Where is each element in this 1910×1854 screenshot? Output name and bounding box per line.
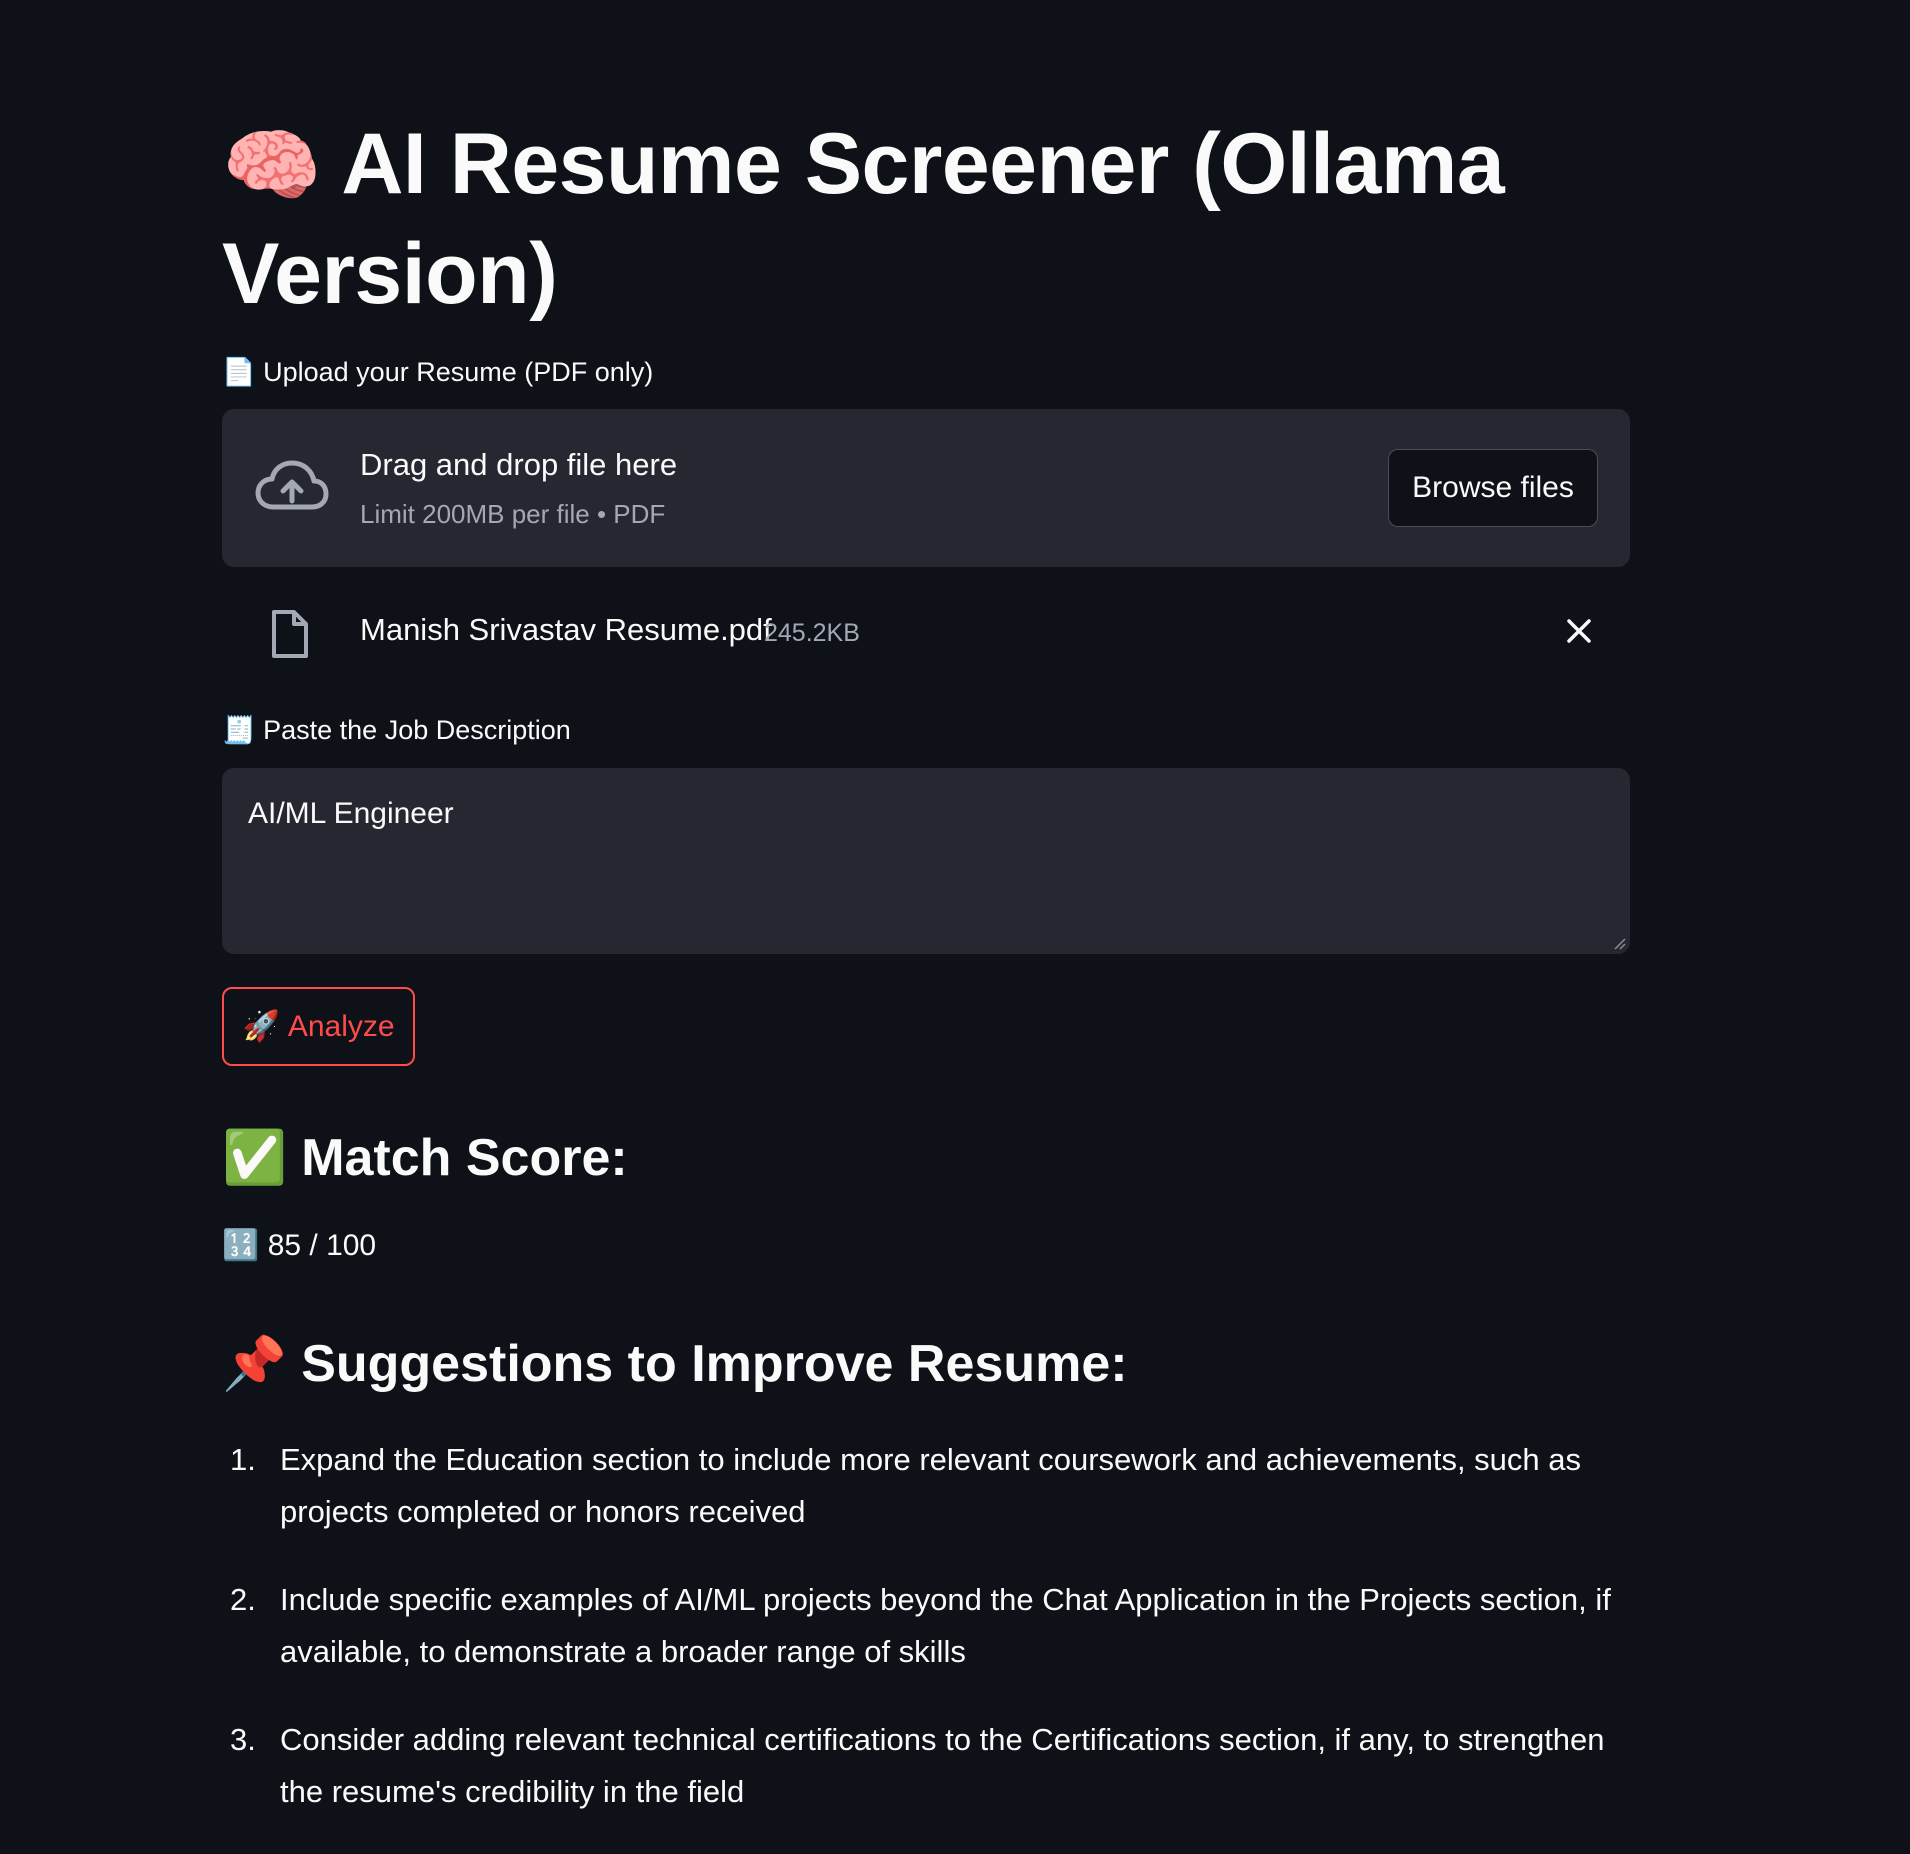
upload-label: 📄 Upload your Resume (PDF only) — [222, 357, 654, 387]
job-description-textarea[interactable]: AI/ML Engineer — [222, 768, 1630, 954]
list-item-number: 3. — [230, 1722, 256, 1757]
resize-handle-icon[interactable] — [1612, 936, 1626, 950]
list-item-text: Consider adding relevant technical certi… — [280, 1722, 1605, 1809]
browse-files-button[interactable]: Browse files — [1388, 449, 1598, 527]
match-score-heading: ✅ Match Score: — [222, 1129, 628, 1187]
job-description-value: AI/ML Engineer — [248, 797, 454, 830]
page-title: 🧠 AI Resume Screener (Ollama Version) — [222, 110, 1630, 328]
list-item: 2. Include specific examples of AI/ML pr… — [222, 1574, 1630, 1678]
suggestions-list: 1. Expand the Education section to inclu… — [222, 1434, 1630, 1854]
uploaded-file-row: Manish Srivastav Resume.pdf 245.2KB — [222, 596, 1630, 666]
list-item-number: 1. — [230, 1442, 256, 1477]
job-description-label: 🧾 Paste the Job Description — [222, 715, 571, 745]
match-score-value: 🔢 85 / 100 — [222, 1229, 377, 1262]
dropzone-instructions: Drag and drop file here — [360, 447, 678, 482]
list-item-number: 2. — [230, 1582, 256, 1617]
dropzone-limit: Limit 200MB per file • PDF — [360, 499, 666, 529]
analyze-button-label: Analyze — [287, 1009, 395, 1043]
suggestions-heading: 📌 Suggestions to Improve Resume: — [222, 1335, 1128, 1393]
list-item: 1. Expand the Education section to inclu… — [222, 1434, 1630, 1538]
uploaded-file-size: 245.2KB — [764, 619, 860, 647]
brain-emoji: 🧠 — [222, 121, 322, 210]
analyze-button[interactable]: 🚀 Analyze — [222, 987, 415, 1066]
cloud-upload-icon — [255, 460, 329, 510]
list-item: 3. Consider adding relevant technical ce… — [222, 1714, 1630, 1818]
close-icon[interactable] — [1562, 614, 1596, 648]
rocket-emoji: 🚀 — [242, 1010, 280, 1043]
uploaded-file-name: Manish Srivastav Resume.pdf — [360, 612, 772, 647]
file-icon — [272, 610, 308, 658]
file-dropzone[interactable]: Drag and drop file here Limit 200MB per … — [222, 409, 1630, 567]
page-title-text: AI Resume Screener (Ollama Version) — [222, 116, 1505, 322]
list-item-text: Expand the Education section to include … — [280, 1442, 1582, 1529]
list-item-text: Include specific examples of AI/ML proje… — [280, 1582, 1611, 1669]
